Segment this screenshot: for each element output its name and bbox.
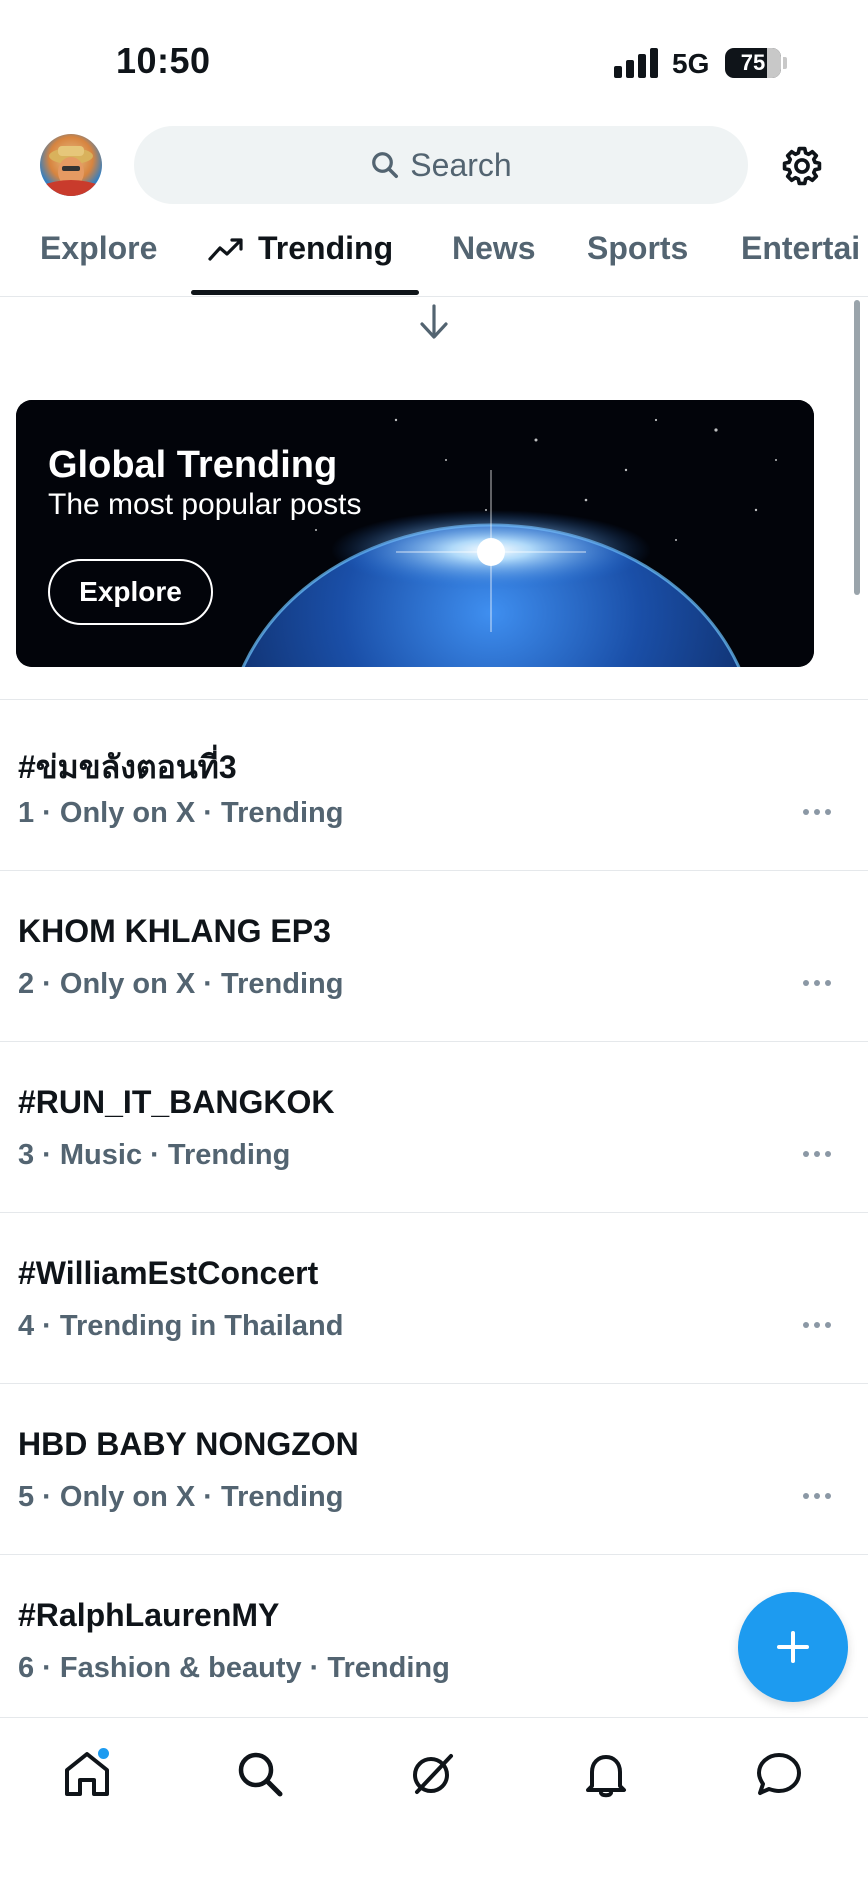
search-input[interactable]: Search — [134, 126, 748, 204]
tab-news[interactable]: News — [452, 230, 536, 267]
banner-explore-button[interactable]: Explore — [48, 559, 213, 625]
cellular-signal-icon — [614, 48, 660, 78]
tab-sports[interactable]: Sports — [587, 230, 688, 267]
more-icon[interactable] — [802, 808, 832, 816]
more-icon[interactable] — [802, 1150, 832, 1158]
battery-percent: 75 — [740, 50, 766, 75]
battery-icon: 75 — [725, 48, 781, 78]
bottom-nav — [0, 1717, 868, 1886]
trend-title: HBD BABY NONGZON — [18, 1426, 359, 1462]
trend-meta: 3 · Music · Trending — [18, 1139, 291, 1171]
status-time: 10:50 — [116, 40, 211, 81]
compose-post-button[interactable] — [738, 1592, 848, 1702]
trend-list: #ข่มขลังตอนที่3 1 · Only on X · Trending… — [0, 699, 868, 1725]
more-icon[interactable] — [802, 979, 832, 987]
tab-explore[interactable]: Explore — [40, 230, 157, 267]
global-trending-banner[interactable]: Global Trending The most popular posts E… — [16, 400, 814, 667]
explore-tabs: Explore Trending News Sports Entertai — [0, 222, 868, 297]
trend-title: #RalphLaurenMY — [18, 1597, 280, 1633]
trend-meta: 5 · Only on X · Trending — [18, 1481, 344, 1513]
trend-meta: 4 · Trending in Thailand — [18, 1310, 344, 1342]
grok-icon[interactable] — [407, 1748, 459, 1800]
list-item[interactable]: #ข่มขลังตอนที่3 1 · Only on X · Trending — [0, 699, 868, 870]
trend-title: #ข่มขลังตอนที่3 — [18, 749, 237, 785]
search-icon — [372, 152, 399, 178]
more-icon[interactable] — [802, 1321, 832, 1329]
banner-title: Global Trending — [48, 444, 338, 486]
arrow-down-icon — [420, 304, 448, 339]
earth-image — [16, 400, 814, 667]
trend-meta: 6 · Fashion & beauty · Trending — [18, 1652, 450, 1684]
banner-subtitle: The most popular posts — [48, 488, 362, 521]
list-item[interactable]: HBD BABY NONGZON 5 · Only on X · Trendin… — [0, 1383, 868, 1554]
bell-icon[interactable] — [580, 1748, 632, 1800]
trend-title: KHOM KHLANG EP3 — [18, 913, 331, 949]
list-item[interactable]: #WilliamEstConcert 4 · Trending in Thail… — [0, 1212, 868, 1383]
plus-icon — [777, 1631, 809, 1663]
battery-cap — [783, 57, 787, 69]
tab-entertainment[interactable]: Entertai — [741, 230, 860, 267]
list-item[interactable]: KHOM KHLANG EP3 2 · Only on X · Trending — [0, 870, 868, 1041]
status-bar: 10:50 5G 75 — [0, 0, 868, 120]
scrollbar[interactable] — [854, 300, 860, 595]
search-icon[interactable] — [234, 1748, 286, 1800]
trend-title: #WilliamEstConcert — [18, 1255, 319, 1291]
search-placeholder: Search — [410, 146, 512, 183]
notification-dot — [98, 1748, 109, 1759]
avatar[interactable] — [40, 134, 102, 196]
trend-title: #RUN_IT_BANGKOK — [18, 1084, 335, 1120]
tab-trending-label: Trending — [258, 230, 394, 266]
active-tab-indicator — [191, 290, 419, 295]
messages-icon[interactable] — [753, 1748, 805, 1800]
tab-trending[interactable]: Trending — [208, 230, 393, 267]
network-type: 5G — [672, 48, 710, 79]
trend-meta: 1 · Only on X · Trending — [18, 797, 344, 829]
list-item[interactable]: #RUN_IT_BANGKOK 3 · Music · Trending — [0, 1041, 868, 1212]
gear-icon[interactable] — [780, 144, 824, 188]
trending-arrow-icon — [208, 237, 243, 261]
trend-meta: 2 · Only on X · Trending — [18, 968, 344, 1000]
more-icon[interactable] — [802, 1492, 832, 1500]
